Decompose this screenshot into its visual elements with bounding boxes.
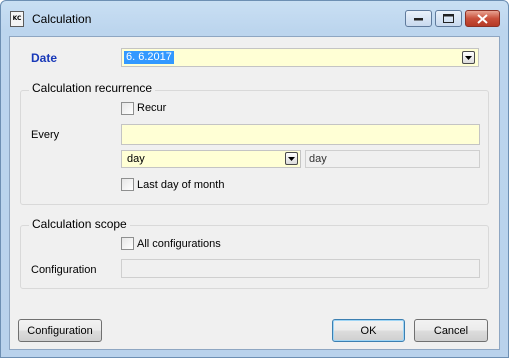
app-icon: KC bbox=[10, 11, 24, 27]
last-day-label: Last day of month bbox=[137, 179, 225, 191]
recur-checkbox[interactable] bbox=[121, 102, 134, 115]
last-day-checkbox[interactable] bbox=[121, 178, 134, 191]
all-configurations-checkbox[interactable] bbox=[121, 237, 134, 250]
chevron-down-icon bbox=[465, 55, 472, 60]
unit-select-value: day bbox=[127, 153, 145, 165]
window-title: Calculation bbox=[32, 12, 92, 26]
unit-display-field: day bbox=[305, 150, 480, 168]
maximize-button[interactable] bbox=[435, 10, 462, 27]
minimize-button[interactable] bbox=[405, 10, 432, 27]
every-input[interactable] bbox=[121, 124, 480, 145]
unit-display-value: day bbox=[309, 153, 327, 165]
recur-label: Recur bbox=[137, 102, 167, 114]
title-bar[interactable]: KC Calculation bbox=[1, 1, 508, 36]
chevron-down-icon bbox=[288, 156, 295, 161]
date-label: Date bbox=[31, 51, 58, 65]
configuration-button[interactable]: Configuration bbox=[18, 319, 102, 342]
date-picker[interactable]: 6. 6.2017 bbox=[121, 48, 479, 67]
date-value: 6. 6.2017 bbox=[124, 51, 174, 64]
close-button[interactable] bbox=[465, 10, 500, 27]
date-dropdown-button[interactable] bbox=[462, 51, 475, 64]
cancel-button[interactable]: Cancel bbox=[414, 319, 488, 342]
every-label: Every bbox=[31, 129, 60, 141]
configuration-label: Configuration bbox=[31, 264, 97, 276]
dialog-content: Date 6. 6.2017 Calculation recurrence Re… bbox=[9, 36, 500, 350]
configuration-field bbox=[121, 259, 480, 278]
scope-group-title: Calculation scope bbox=[29, 217, 130, 231]
minimize-icon bbox=[414, 17, 423, 20]
ok-button[interactable]: OK bbox=[332, 319, 405, 342]
recurrence-group-title: Calculation recurrence bbox=[29, 81, 156, 95]
scope-group bbox=[20, 225, 489, 289]
all-configurations-label: All configurations bbox=[137, 238, 221, 250]
close-icon bbox=[477, 13, 488, 24]
maximize-icon bbox=[443, 14, 454, 23]
recurrence-group bbox=[20, 90, 489, 205]
unit-select[interactable]: day bbox=[121, 150, 301, 168]
unit-dropdown-button[interactable] bbox=[285, 152, 298, 165]
dialog-window: KC Calculation Date 6. 6.2017 Calculatio… bbox=[0, 0, 509, 358]
